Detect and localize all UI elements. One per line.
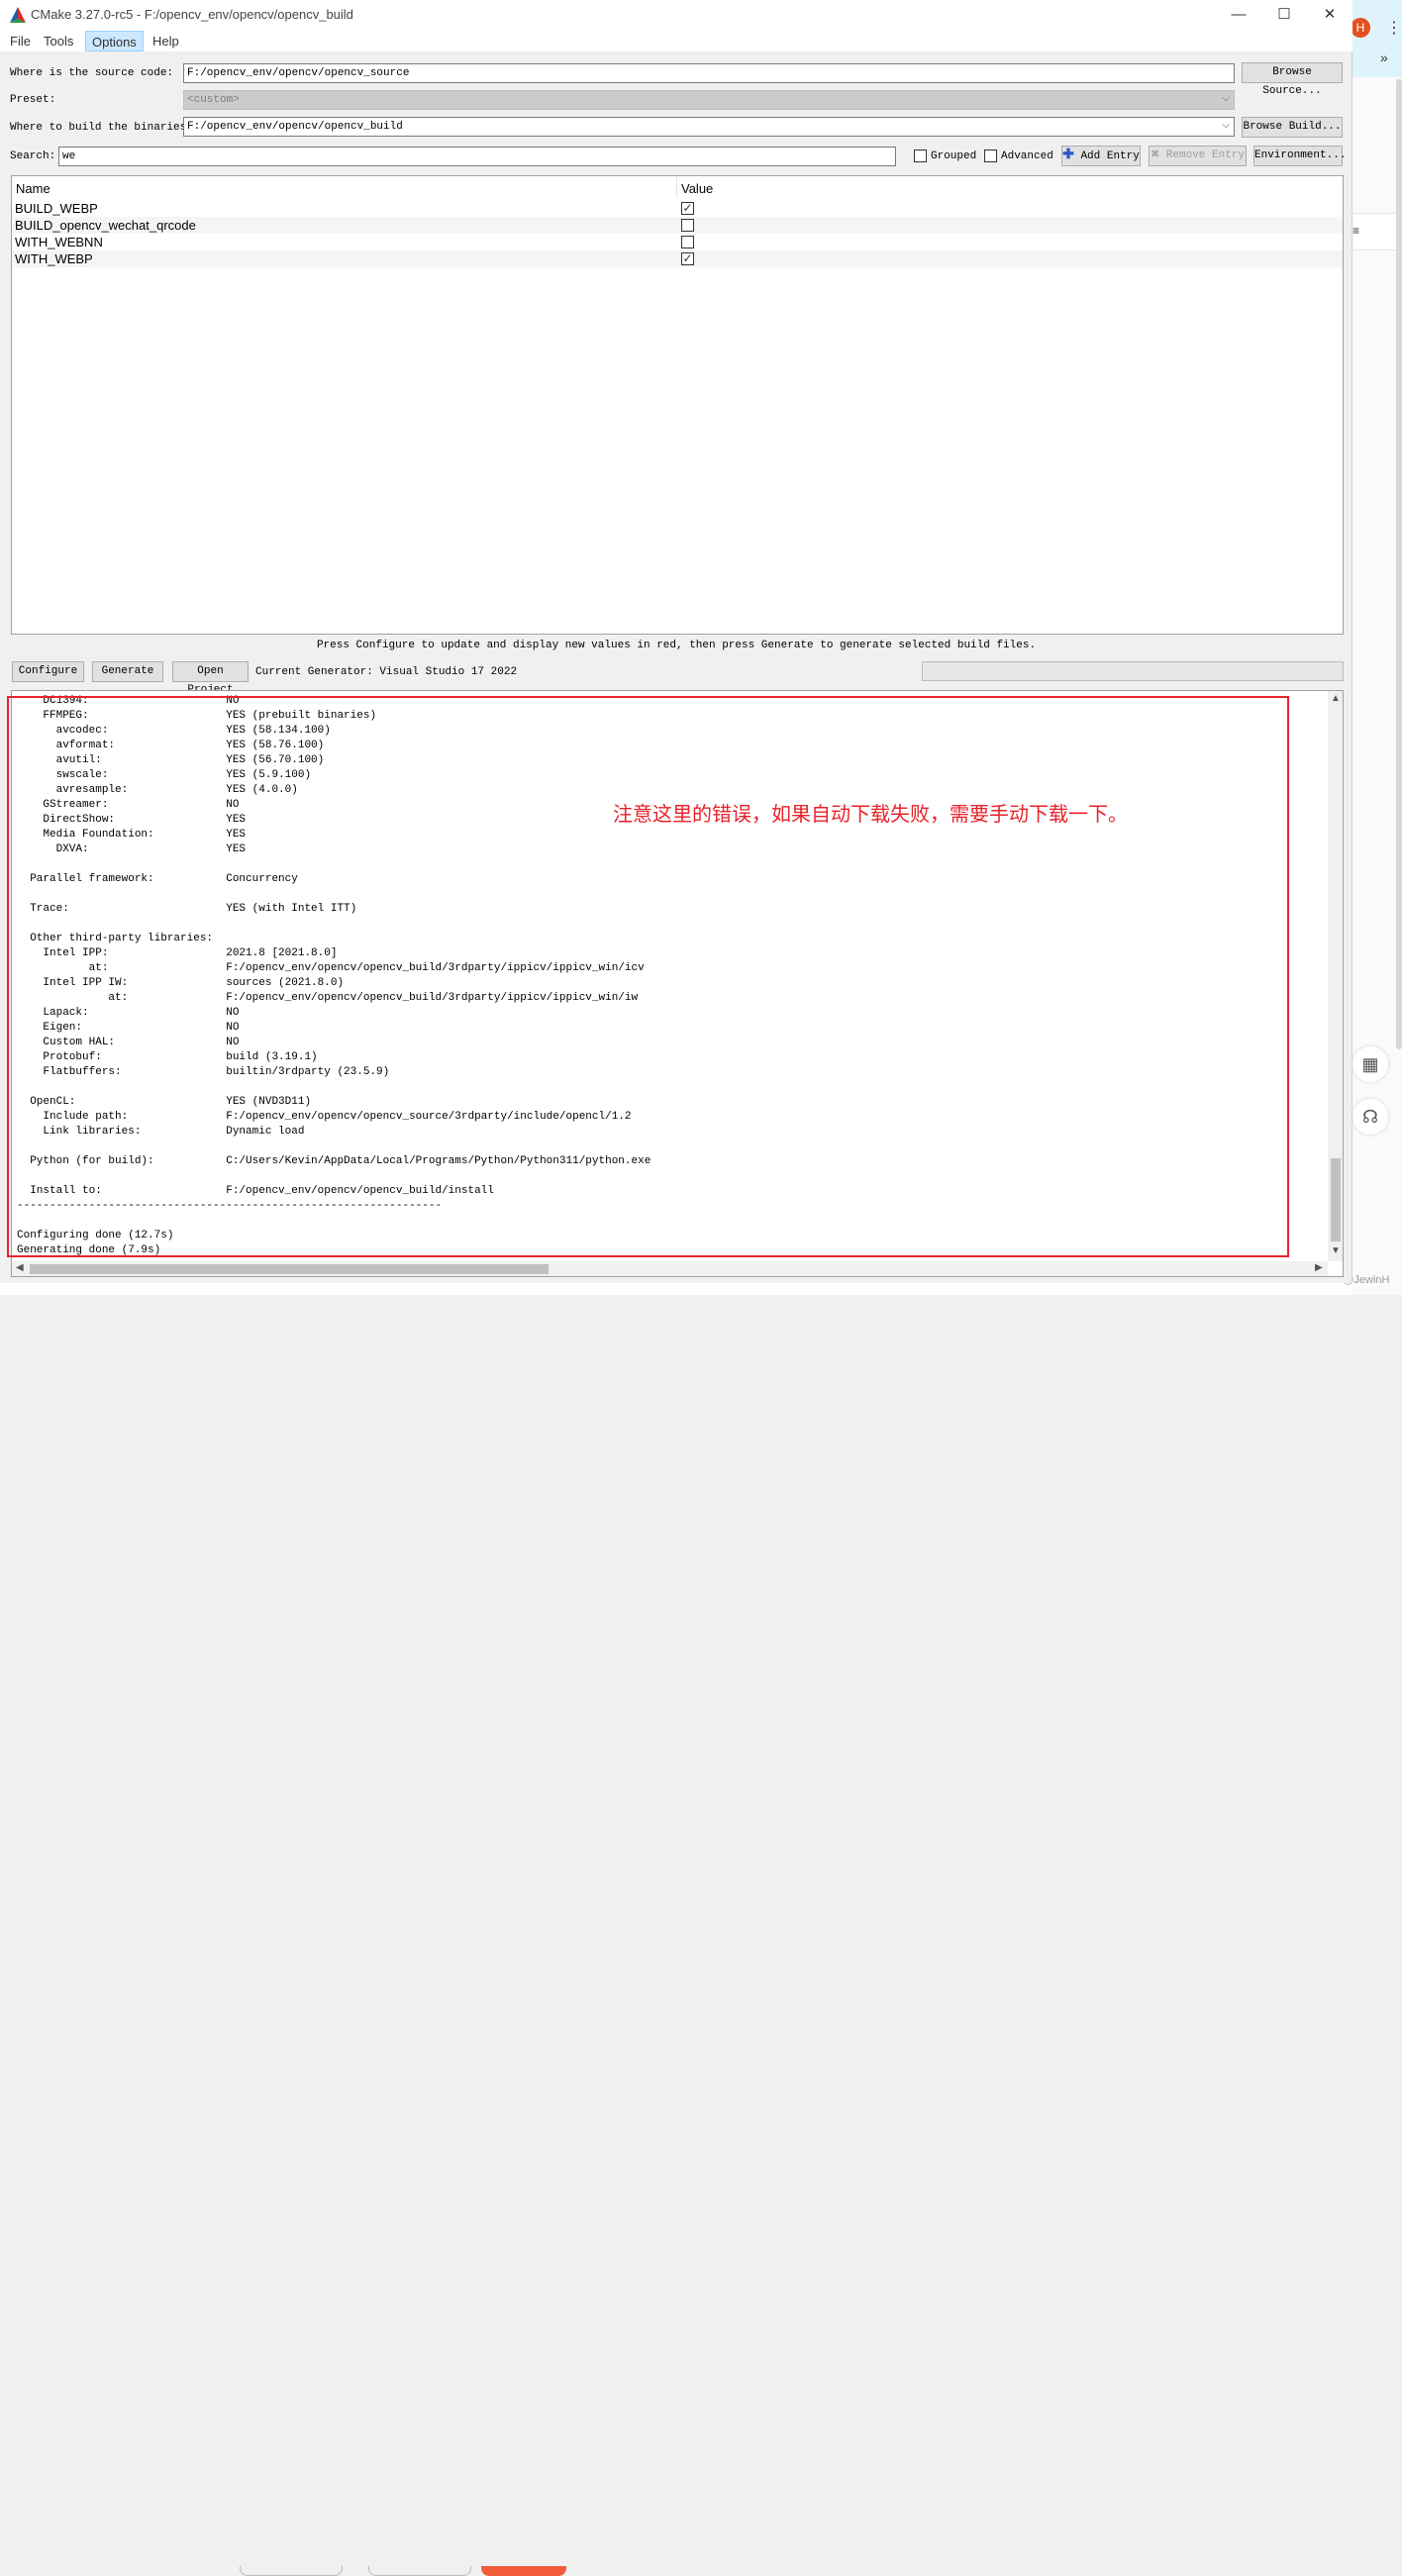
background-toolbar: H ⋮ » [1351,0,1402,77]
open-project-button[interactable]: Open Project [172,661,249,696]
background-button[interactable] [368,2566,471,2576]
background-side-panel: ≡ [1352,213,1396,250]
scroll-down-arrow-icon[interactable]: ▼ [1328,1245,1343,1256]
entry-value-checkbox[interactable] [681,219,694,232]
horizontal-scrollbar[interactable]: ◀ ▶ [12,1261,1328,1276]
background-page: H ⋮ » ≡ ▦ ☊ [1351,0,1402,1295]
title-bar: CMake 3.27.0-rc5 - F:/opencv_env/opencv/… [0,0,1352,30]
generate-button[interactable]: Generate [92,661,163,682]
table-row[interactable]: WITH_WEBNN [12,234,1343,250]
build-path-value: F:/opencv_env/opencv/opencv_build [187,121,403,133]
scroll-up-arrow-icon[interactable]: ▲ [1328,693,1343,704]
table-row[interactable]: BUILD_WEBP ✓ [12,200,1343,217]
column-header-name[interactable]: Name [16,179,50,199]
search-label: Search: [10,150,56,162]
source-label: Where is the source code: [10,67,174,79]
scroll-left-arrow-icon[interactable]: ◀ [16,1262,24,1273]
window-title: CMake 3.27.0-rc5 - F:/opencv_env/opencv/… [31,7,353,22]
menu-file[interactable]: File [4,31,37,51]
browse-source-button[interactable]: Browse Source... [1242,62,1343,97]
entry-name: BUILD_WEBP [15,201,98,216]
hint-text: Press Configure to update and display ne… [316,640,1037,651]
column-divider[interactable] [676,176,677,198]
entry-value-checkbox[interactable] [681,236,694,248]
build-path-combo[interactable]: F:/opencv_env/opencv/opencv_build ⌵ [183,117,1235,137]
preset-label: Preset: [10,94,56,106]
scroll-thumb[interactable] [30,1264,549,1274]
table-row[interactable]: BUILD_opencv_wechat_qrcode [12,217,1343,234]
background-button[interactable] [240,2566,343,2576]
browse-build-button[interactable]: Browse Build... [1242,117,1343,138]
grouped-label: Grouped [931,150,977,162]
remove-entry-label: Remove Entry [1165,149,1246,161]
scroll-thumb[interactable] [1331,1158,1341,1241]
cmake-logo-icon [10,7,26,23]
column-header-value[interactable]: Value [681,179,713,199]
entry-name: WITH_WEBP [15,251,93,266]
preset-value: <custom> [187,94,240,106]
current-generator-label: Current Generator: Visual Studio 17 2022 [255,666,518,678]
source-path-field[interactable]: F:/opencv_env/opencv/opencv_source [183,63,1235,83]
avatar[interactable]: H [1351,18,1370,38]
annotation-highlight-box [7,696,1289,1257]
plus-icon: ✚ [1062,148,1074,163]
grouped-checkbox[interactable] [914,149,927,162]
entry-value-checkbox[interactable]: ✓ [681,252,694,265]
advanced-label: Advanced [1001,150,1053,162]
scroll-right-arrow-icon[interactable]: ▶ [1315,1262,1323,1273]
remove-icon: ✖ [1150,149,1160,161]
cache-entries-table: Name Value BUILD_WEBP ✓ BUILD_opencv_wec… [11,175,1344,635]
double-chevron-right-icon[interactable]: » [1380,50,1388,65]
entry-name: WITH_WEBNN [15,235,103,249]
menu-bar: File Tools Options Help [0,30,1352,51]
search-input[interactable]: we [58,147,896,166]
vertical-scrollbar[interactable]: ▲ ▼ [1328,691,1343,1261]
minimize-button[interactable]: — [1216,2,1261,28]
menu-help[interactable]: Help [147,31,185,51]
entry-name: BUILD_opencv_wechat_qrcode [15,218,196,233]
close-button[interactable]: ✕ [1307,2,1352,28]
add-entry-label: Add Entry [1080,150,1140,162]
maximize-button[interactable]: ☐ [1261,2,1307,28]
entry-value-checkbox[interactable]: ✓ [681,202,694,215]
headset-icon[interactable]: ☊ [1352,1099,1388,1135]
progress-bar [922,661,1344,681]
build-label: Where to build the binaries: [10,122,193,134]
menu-options[interactable]: Options [85,31,144,51]
more-icon[interactable]: ⋮ [1386,18,1402,38]
chevron-down-icon[interactable]: ⌵ [1222,118,1230,136]
chevron-down-icon: ⌵ [1222,94,1230,105]
background-button-accent[interactable] [481,2566,566,2576]
annotation-text: 注意这里的错误，如果自动下载失败，需要手动下载一下。 [613,802,1128,826]
background-bottom-bar [0,1283,1352,2576]
add-entry-button[interactable]: ✚ Add Entry [1061,146,1141,166]
table-row[interactable]: WITH_WEBP ✓ [12,250,1343,267]
qr-code-icon[interactable]: ▦ [1352,1046,1388,1082]
preset-dropdown: <custom> ⌵ [183,90,1235,110]
remove-entry-button: ✖ Remove Entry [1149,146,1247,166]
configure-button[interactable]: Configure [12,661,84,682]
side-glyph: ≡ [1352,224,1360,238]
advanced-checkbox[interactable] [984,149,997,162]
cmake-window: CMake 3.27.0-rc5 - F:/opencv_env/opencv/… [0,0,1352,1283]
menu-tools[interactable]: Tools [38,31,79,51]
background-scrollbar[interactable] [1396,79,1402,1049]
environment-button[interactable]: Environment... [1253,146,1346,166]
